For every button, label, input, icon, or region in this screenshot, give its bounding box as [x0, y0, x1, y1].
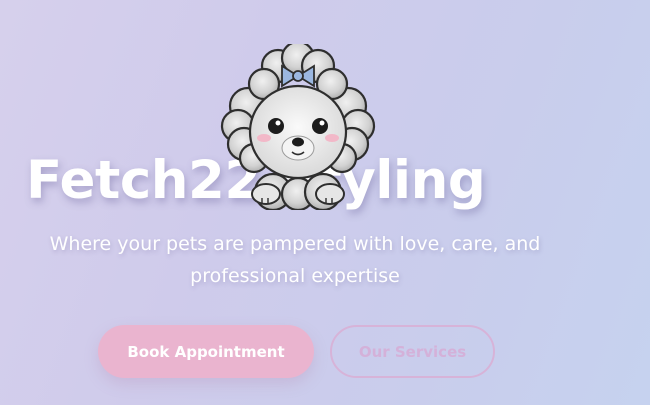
- hero-tagline: Where your pets are pampered with love, …: [49, 233, 541, 287]
- our-services-button[interactable]: Our Services: [330, 325, 495, 378]
- poodle-mascot-icon: [220, 44, 376, 210]
- hero-section: Fetch22 Styling Where your pets are pamp…: [0, 0, 650, 405]
- book-appointment-button[interactable]: Book Appointment: [98, 325, 314, 378]
